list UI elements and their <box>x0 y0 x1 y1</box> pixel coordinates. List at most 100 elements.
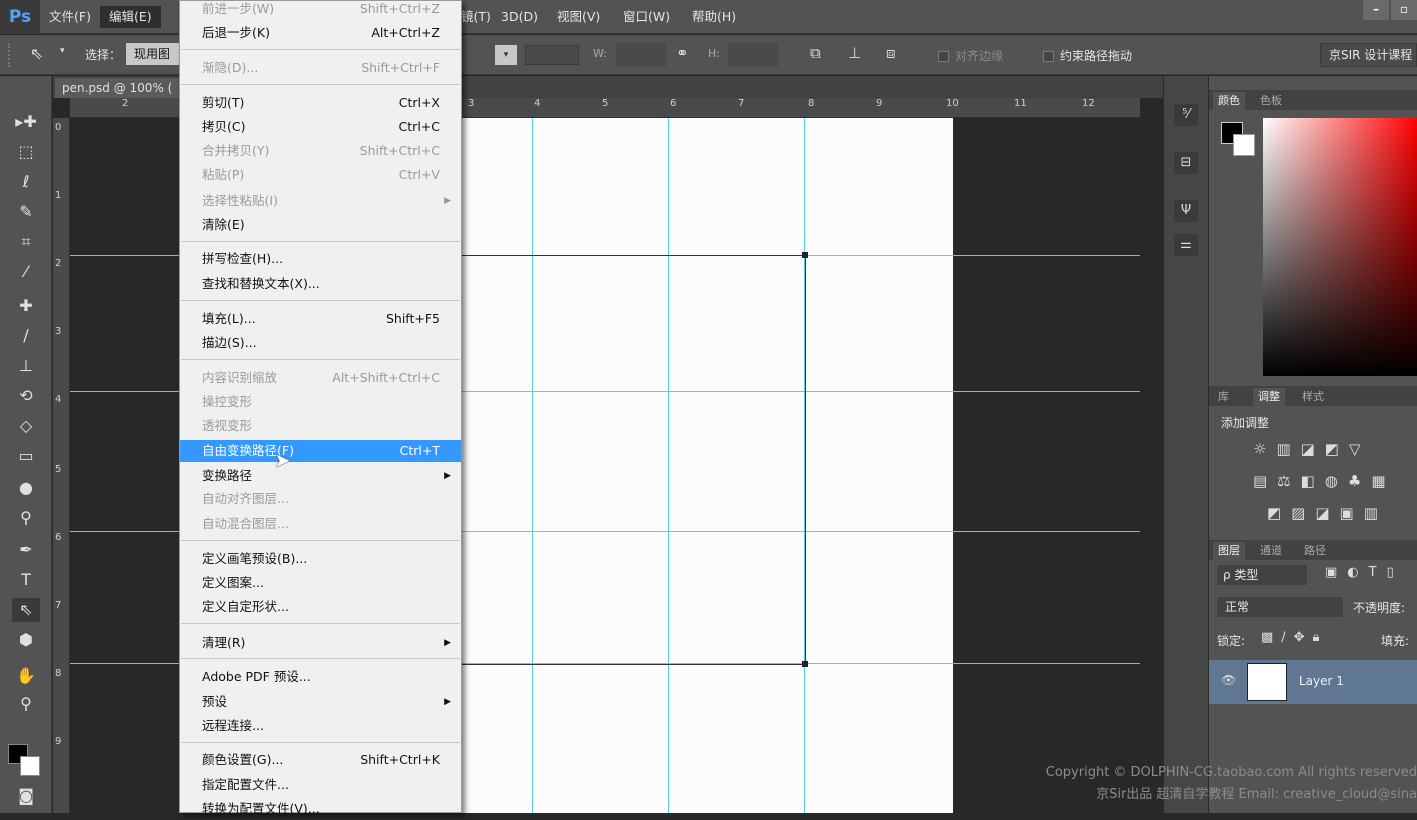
adjustment-icons-row2[interactable]: ▤⚖◧◍♣▦ <box>1253 472 1396 490</box>
blur-tool-icon[interactable]: ● <box>12 476 40 500</box>
menu-view[interactable]: 视图(V) <box>548 6 609 28</box>
eyedropper-tool-icon[interactable]: ⁄ <box>12 260 40 284</box>
workspace-dropdown[interactable]: 京SIR 设计课程 <box>1320 43 1417 67</box>
menu-item-step-forward[interactable]: 前进一步(W) Shift+Ctrl+Z <box>180 0 461 20</box>
lock-icons[interactable]: ▩∕✥🔒︎ <box>1261 630 1327 645</box>
menu-item-find-replace[interactable]: 查找和替换文本(X)... <box>180 273 461 295</box>
layer-name[interactable]: Layer 1 <box>1299 674 1344 688</box>
menu-item-fill[interactable]: 填充(L)... Shift+F5 <box>180 308 461 330</box>
tab-libraries[interactable]: 库 <box>1213 388 1234 406</box>
menu-item-copy[interactable]: 拷贝(C) Ctrl+C <box>180 116 461 138</box>
quick-selection-tool-icon[interactable]: ✎ <box>12 200 40 224</box>
document-canvas[interactable] <box>462 118 953 813</box>
menu-item-free-transform-path[interactable]: 自由变换路径(F) Ctrl+T <box>180 440 461 462</box>
adjustment-icons-row3[interactable]: ◩▨◪▣▥ <box>1267 504 1388 522</box>
pen-tool-icon[interactable]: ✒ <box>12 538 40 562</box>
stroke-type-dropdown[interactable] <box>525 45 579 65</box>
link-icon[interactable]: ⚭ <box>676 44 689 62</box>
layer-kind-filter[interactable]: ρ 类型 <box>1217 565 1307 585</box>
menu-item-step-backward[interactable]: 后退一步(K) Alt+Ctrl+Z <box>180 22 461 44</box>
menu-item-stroke[interactable]: 描边(S)... <box>180 332 461 354</box>
align-edges-checkbox[interactable]: 对齐边缘 <box>938 47 1003 64</box>
tab-color[interactable]: 颜色 <box>1213 92 1245 110</box>
tab-styles[interactable]: 样式 <box>1297 388 1329 406</box>
path-segment-bottom[interactable] <box>462 664 805 665</box>
menu-item-copy-merged[interactable]: 合并拷贝(Y) Shift+Ctrl+C <box>180 140 461 162</box>
move-tool-icon[interactable]: ▸✚ <box>12 110 40 134</box>
height-input[interactable] <box>728 43 778 67</box>
menu-item-define-custom-shape[interactable]: 定义自定形状... <box>180 596 461 618</box>
vertical-ruler[interactable]: 0 1 2 3 4 5 6 7 8 9 <box>53 118 70 813</box>
menu-edit[interactable]: 编辑(E) <box>99 5 161 28</box>
anchor-point[interactable] <box>802 661 808 667</box>
menu-item-presets[interactable]: 预设 ▶ <box>180 691 461 713</box>
hand-tool-icon[interactable]: ✋ <box>12 664 40 688</box>
history-brush-tool-icon[interactable]: ⟲ <box>12 384 40 408</box>
width-input[interactable] <box>616 43 666 67</box>
brush-panel-icon[interactable]: Ψ <box>1174 200 1198 222</box>
brush-presets-icon[interactable]: ⚌ <box>1174 234 1198 256</box>
menu-item-convert-to-profile[interactable]: 转换为配置文件(V)... <box>180 798 461 820</box>
menu-item-auto-blend-layers[interactable]: 自动混合图层... <box>180 513 461 535</box>
menu-item-paste[interactable]: 粘贴(P) Ctrl+V <box>180 164 461 186</box>
menu-help[interactable]: 帮助(H) <box>683 6 745 28</box>
tab-adjustments[interactable]: 调整 <box>1253 388 1285 406</box>
adjustment-icons-row1[interactable]: ☼▥◪◩▽ <box>1253 440 1371 458</box>
type-tool-icon[interactable]: T <box>12 568 40 592</box>
menu-item-color-settings[interactable]: 颜色设置(G)... Shift+Ctrl+K <box>180 749 461 771</box>
document-tab[interactable]: pen.psd @ 100% ( <box>55 78 185 98</box>
menu-item-adobe-pdf-presets[interactable]: Adobe PDF 预设... <box>180 666 461 688</box>
path-arrangement-icon[interactable]: ⧈ <box>886 44 896 62</box>
anchor-point[interactable] <box>802 252 808 258</box>
path-selection-tool-icon[interactable]: ⇖ <box>30 44 43 63</box>
menu-item-clear[interactable]: 清除(E) <box>180 214 461 236</box>
menu-item-cut[interactable]: 剪切(T) Ctrl+X <box>180 92 461 114</box>
brush-tool-icon[interactable]: ∕ <box>12 324 40 348</box>
lasso-tool-icon[interactable]: ℓ <box>12 170 40 194</box>
menu-item-content-aware-scale[interactable]: 内容识别缩放 Alt+Shift+Ctrl+C <box>180 367 461 389</box>
restore-button[interactable]: ▫ <box>1391 0 1417 20</box>
menu-item-check-spelling[interactable]: 拼写检查(H)... <box>180 248 461 270</box>
menu-item-paste-special[interactable]: 选择性粘贴(I) ▶ <box>180 190 461 212</box>
dodge-tool-icon[interactable]: ⚲ <box>12 506 40 530</box>
path-segment-top[interactable] <box>462 255 805 256</box>
menu-item-transform-path[interactable]: 变换路径 ▶ <box>180 465 461 487</box>
select-dropdown[interactable]: 现用图 <box>126 43 180 65</box>
layer-row[interactable]: 👁︎ Layer 1 <box>1209 660 1417 704</box>
menu-3d[interactable]: 3D(D) <box>492 6 547 28</box>
path-operations-icon[interactable]: ⧉ <box>810 44 821 62</box>
history-panel-icon[interactable]: ⁵⁄ <box>1174 104 1198 126</box>
eye-icon[interactable]: 👁︎ <box>1221 673 1236 687</box>
marquee-tool-icon[interactable]: ⬚ <box>12 140 40 164</box>
shape-tool-icon[interactable]: ⬢ <box>12 628 40 652</box>
menu-item-remote-connections[interactable]: 远程连接... <box>180 715 461 737</box>
background-color-swatch[interactable] <box>20 756 40 776</box>
menu-item-assign-profile[interactable]: 指定配置文件... <box>180 774 461 796</box>
zoom-tool-icon[interactable]: ⚲ <box>12 692 40 716</box>
menu-item-puppet-warp[interactable]: 操控变形 <box>180 391 461 413</box>
minimize-button[interactable]: – <box>1363 0 1389 20</box>
tab-channels[interactable]: 通道 <box>1255 542 1287 560</box>
menu-item-perspective-warp[interactable]: 透视变形 <box>180 415 461 437</box>
path-alignment-icon[interactable]: ⊥ <box>848 44 861 62</box>
menu-item-purge[interactable]: 清理(R) ▶ <box>180 632 461 654</box>
menu-item-fade[interactable]: 渐隐(D)... Shift+Ctrl+F <box>180 57 461 79</box>
path-ops-dropdown[interactable]: ▾ <box>495 45 517 65</box>
clone-stamp-tool-icon[interactable]: ⊥ <box>12 354 40 378</box>
menu-window[interactable]: 窗口(W) <box>614 6 679 28</box>
quick-mask-icon[interactable]: ◙ <box>12 784 40 808</box>
eraser-tool-icon[interactable]: ◇ <box>12 414 40 438</box>
crop-tool-icon[interactable]: ⌗ <box>12 230 40 254</box>
path-selection-tool-icon[interactable]: ⇖ <box>12 598 40 622</box>
healing-brush-tool-icon[interactable]: ✚ <box>12 294 40 318</box>
tab-layers[interactable]: 图层 <box>1213 542 1245 560</box>
gradient-tool-icon[interactable]: ▭ <box>12 444 40 468</box>
tab-paths[interactable]: 路径 <box>1299 542 1331 560</box>
guide-vertical[interactable] <box>532 118 533 813</box>
background-color-swatch[interactable] <box>1233 134 1255 156</box>
layer-filter-icons[interactable]: ▣◐T▯ <box>1325 565 1404 580</box>
properties-panel-icon[interactable]: ⊟ <box>1174 152 1198 174</box>
menu-item-define-brush-preset[interactable]: 定义画笔预设(B)... <box>180 548 461 570</box>
guide-vertical[interactable] <box>668 118 669 813</box>
tool-preset-dropdown-icon[interactable]: ▾ <box>60 46 65 56</box>
